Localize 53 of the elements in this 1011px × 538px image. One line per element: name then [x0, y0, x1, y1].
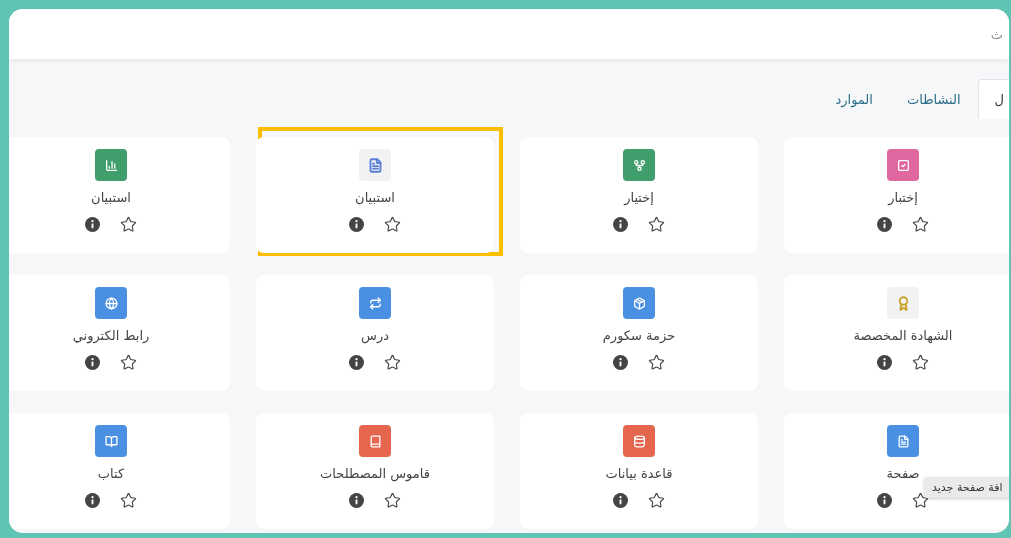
activity-card[interactable]: استبيان: [256, 137, 494, 253]
activity-title: رابط الكتروني: [72, 328, 150, 343]
info-icon[interactable]: [349, 355, 364, 370]
info-icon[interactable]: [877, 355, 892, 370]
activity-title: إختيار: [624, 190, 654, 205]
info-icon[interactable]: [85, 217, 100, 232]
activity-card[interactable]: كتاب: [9, 413, 230, 529]
info-icon[interactable]: [349, 217, 364, 232]
activity-title: قاعدة بيانات: [605, 466, 673, 481]
tab[interactable]: الموارد: [818, 79, 890, 119]
search-placeholder: ث: [990, 26, 1003, 42]
activity-card[interactable]: استبيان: [9, 137, 230, 253]
tooltip: افة صفحة جديد: [924, 477, 1009, 498]
info-icon[interactable]: [85, 493, 100, 508]
activity-title: كتاب: [97, 466, 125, 481]
activity-card[interactable]: درس: [256, 275, 494, 391]
tab[interactable]: ل: [977, 79, 1009, 119]
star-icon[interactable]: [120, 492, 137, 509]
activity-card[interactable]: رابط الكتروني: [9, 275, 230, 391]
activity-title: درس: [361, 328, 389, 343]
activity-title: صفحة: [886, 466, 920, 481]
star-icon[interactable]: [120, 354, 137, 371]
activity-card[interactable]: صفحة افة صفحة جديد: [784, 413, 1009, 529]
star-icon[interactable]: [384, 216, 401, 233]
star-icon[interactable]: [912, 216, 929, 233]
info-icon[interactable]: [613, 493, 628, 508]
activity-card[interactable]: حزمة سكورم: [520, 275, 758, 391]
info-icon[interactable]: [613, 355, 628, 370]
star-icon[interactable]: [384, 492, 401, 509]
activity-title: الشهادة المخصصة: [853, 328, 953, 343]
tab[interactable]: النشاطات: [889, 79, 978, 119]
info-icon[interactable]: [349, 493, 364, 508]
star-icon[interactable]: [120, 216, 137, 233]
activity-title: قاموس المصطلحات: [320, 466, 430, 481]
star-icon[interactable]: [648, 354, 665, 371]
star-icon[interactable]: [912, 492, 929, 509]
activity-title: استبيان: [355, 190, 395, 205]
activity-card[interactable]: الشهادة المخصصة: [784, 275, 1009, 391]
star-icon[interactable]: [384, 354, 401, 371]
info-icon[interactable]: [877, 217, 892, 232]
info-icon[interactable]: [877, 493, 892, 508]
activity-title: إختبار: [888, 190, 918, 205]
info-icon[interactable]: [613, 217, 628, 232]
activity-title: استبيان: [91, 190, 131, 205]
activity-card[interactable]: قاعدة بيانات: [520, 413, 758, 529]
info-icon[interactable]: [85, 355, 100, 370]
activity-title: حزمة سكورم: [602, 328, 676, 343]
star-icon[interactable]: [648, 216, 665, 233]
activity-card[interactable]: إختبار: [784, 137, 1009, 253]
star-icon[interactable]: [648, 492, 665, 509]
activity-card[interactable]: قاموس المصطلحات: [256, 413, 494, 529]
activity-card[interactable]: إختيار: [520, 137, 758, 253]
star-icon[interactable]: [912, 354, 929, 371]
